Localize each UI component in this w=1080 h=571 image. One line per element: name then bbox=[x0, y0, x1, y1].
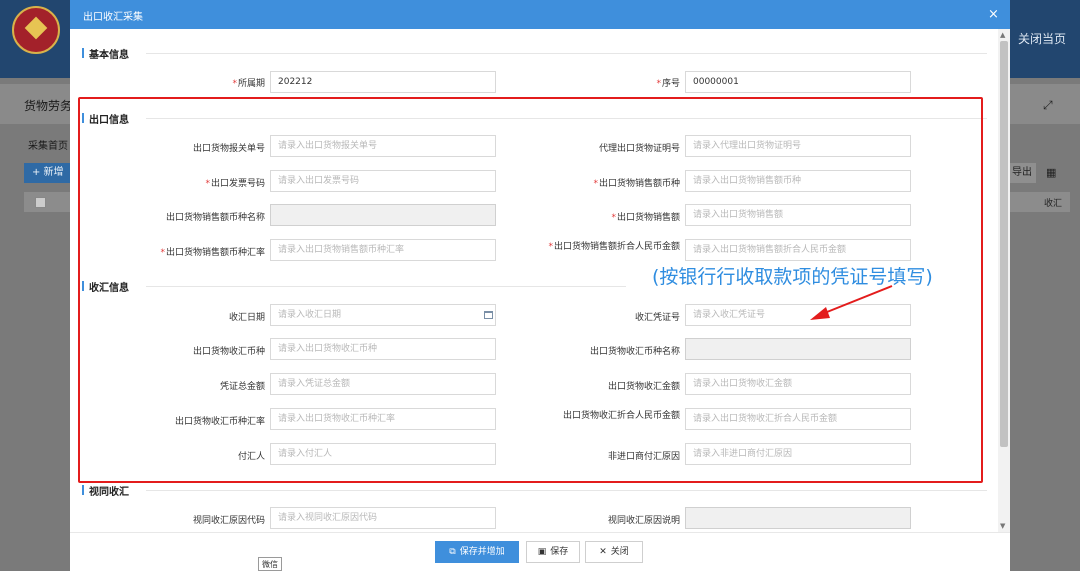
deemed-code-label: 视同收汇原因代码 bbox=[192, 516, 265, 526]
close-button[interactable]: ✕ 关闭 bbox=[585, 541, 643, 563]
annotation-arrow-icon bbox=[810, 285, 893, 320]
expand-icon[interactable]: ⤢ bbox=[1043, 98, 1053, 113]
period-field[interactable] bbox=[270, 71, 496, 93]
scroll-up-icon[interactable]: ▲ bbox=[1000, 31, 1005, 39]
floppy-disk-icon: ▣ bbox=[537, 547, 547, 557]
table-column-header: 收汇 bbox=[1044, 199, 1063, 209]
tab-home[interactable]: 采集首页 bbox=[28, 137, 68, 152]
section-marker bbox=[82, 48, 84, 58]
section-marker bbox=[82, 485, 84, 495]
close-icon: ✕ bbox=[599, 547, 607, 557]
section-title: 基本信息 bbox=[89, 50, 129, 61]
period-label: *所属期 bbox=[232, 79, 265, 89]
close-icon[interactable]: × bbox=[988, 7, 999, 22]
section-title: 视同收汇 bbox=[89, 487, 129, 498]
grid-settings-icon[interactable]: ▦ bbox=[1046, 166, 1056, 179]
section-divider bbox=[146, 53, 987, 54]
section-basic-info: 基本信息 bbox=[82, 46, 987, 61]
select-all-checkbox[interactable] bbox=[35, 197, 46, 208]
deemed-code-field[interactable] bbox=[270, 507, 496, 529]
deemed-desc-label: 视同收汇原因说明 bbox=[607, 516, 680, 526]
modal-footer: ⧉ 保存并增加 ▣ 保存 ✕ 关闭 bbox=[70, 532, 1010, 571]
tax-emblem-icon bbox=[12, 6, 60, 54]
seq-field[interactable] bbox=[685, 71, 911, 93]
save-and-add-button[interactable]: ⧉ 保存并增加 bbox=[435, 541, 519, 563]
section-divider bbox=[146, 490, 987, 491]
copy-icon: ⧉ bbox=[449, 547, 456, 557]
tooltip: 微信 bbox=[258, 557, 282, 571]
scroll-down-icon[interactable]: ▼ bbox=[1000, 522, 1005, 530]
seq-label: *序号 bbox=[656, 79, 680, 89]
scroll-thumb[interactable] bbox=[1000, 41, 1008, 447]
section-deemed-receipt: 视同收汇 bbox=[82, 483, 987, 498]
save-button[interactable]: ▣ 保存 bbox=[526, 541, 580, 563]
modal-title: 出口收汇采集 bbox=[83, 12, 143, 23]
close-page-link[interactable]: 关闭当页 bbox=[1018, 30, 1066, 47]
modal-titlebar: 出口收汇采集 × bbox=[70, 0, 1010, 29]
export-button[interactable]: 导出 bbox=[1008, 163, 1036, 183]
add-button[interactable]: + 新增 bbox=[24, 163, 70, 183]
modal-scrollbar[interactable]: ▲ ▼ bbox=[998, 29, 1010, 532]
breadcrumb: 货物劳务 bbox=[24, 99, 73, 113]
deemed-desc-field bbox=[685, 507, 911, 529]
